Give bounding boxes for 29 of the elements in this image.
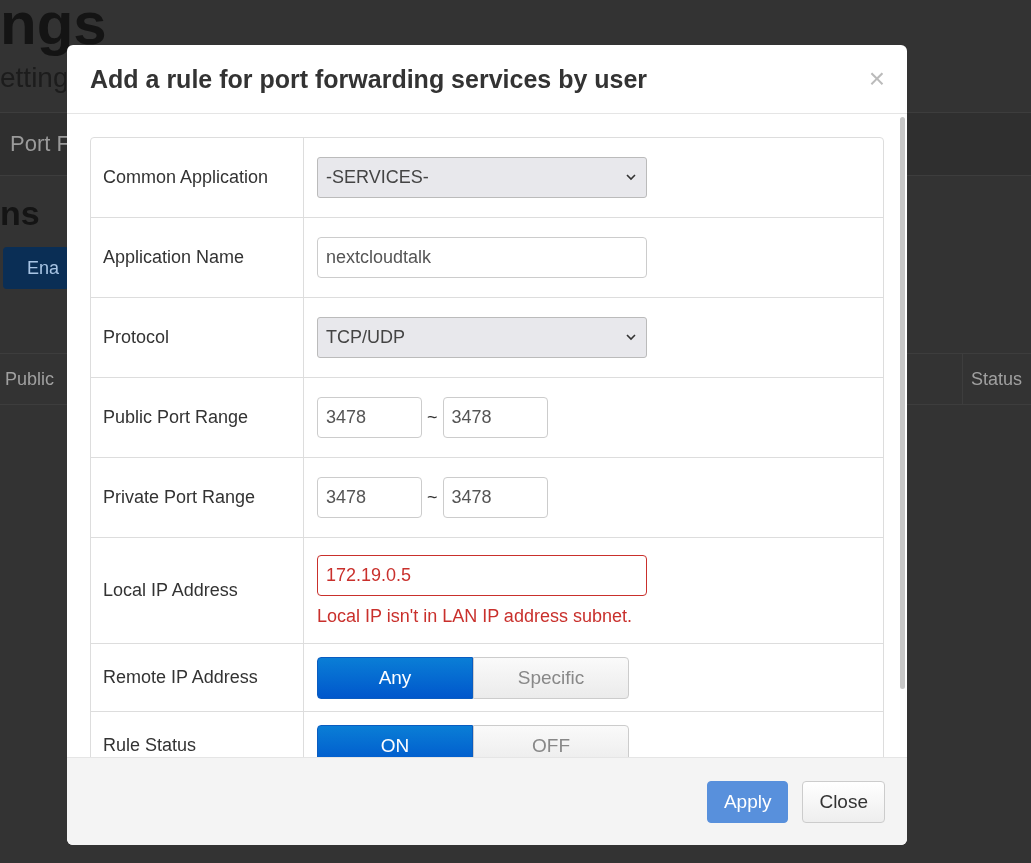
input-field[interactable]: nextcloudtalk	[317, 237, 647, 278]
chevron-down-icon	[626, 334, 636, 341]
chevron-down-icon	[626, 174, 636, 181]
column-header: Status	[962, 354, 1031, 404]
field-label: Local IP Address	[103, 580, 238, 601]
port-from-field[interactable]: 3478	[317, 477, 422, 518]
field-label: Application Name	[103, 247, 245, 268]
port-to-field[interactable]: 3478	[442, 477, 548, 518]
scrollbar[interactable]	[900, 117, 905, 689]
field-label: Rule Status	[103, 735, 197, 756]
field-label: Remote IP Address	[103, 667, 258, 688]
dialog-title: Add a rule for port forwarding services by user	[90, 64, 648, 94]
port-from-field[interactable]: 3478	[317, 397, 422, 438]
range-separator: ~	[427, 487, 438, 508]
field-label: Public Port Range	[103, 407, 249, 428]
input-field[interactable]: 172.19.0.5	[317, 554, 647, 596]
toggle-option[interactable]: Any	[317, 656, 473, 699]
dropdown[interactable]: TCP/UDP	[317, 317, 647, 358]
toggle-option[interactable]: ON	[317, 724, 473, 757]
field-label: Common Application	[103, 167, 269, 188]
column-header: Public	[4, 368, 55, 390]
error-message: Local IP isn't in LAN IP address subnet.	[317, 605, 632, 627]
dropdown[interactable]: -SERVICES-	[317, 157, 647, 198]
close-button[interactable]: Close	[802, 780, 885, 823]
range-separator: ~	[427, 407, 438, 428]
field-label: Protocol	[103, 327, 170, 348]
enable-button[interactable]: Ena	[3, 247, 69, 289]
port-to-field[interactable]: 3478	[442, 397, 548, 438]
field-label: Private Port Range	[103, 487, 256, 508]
